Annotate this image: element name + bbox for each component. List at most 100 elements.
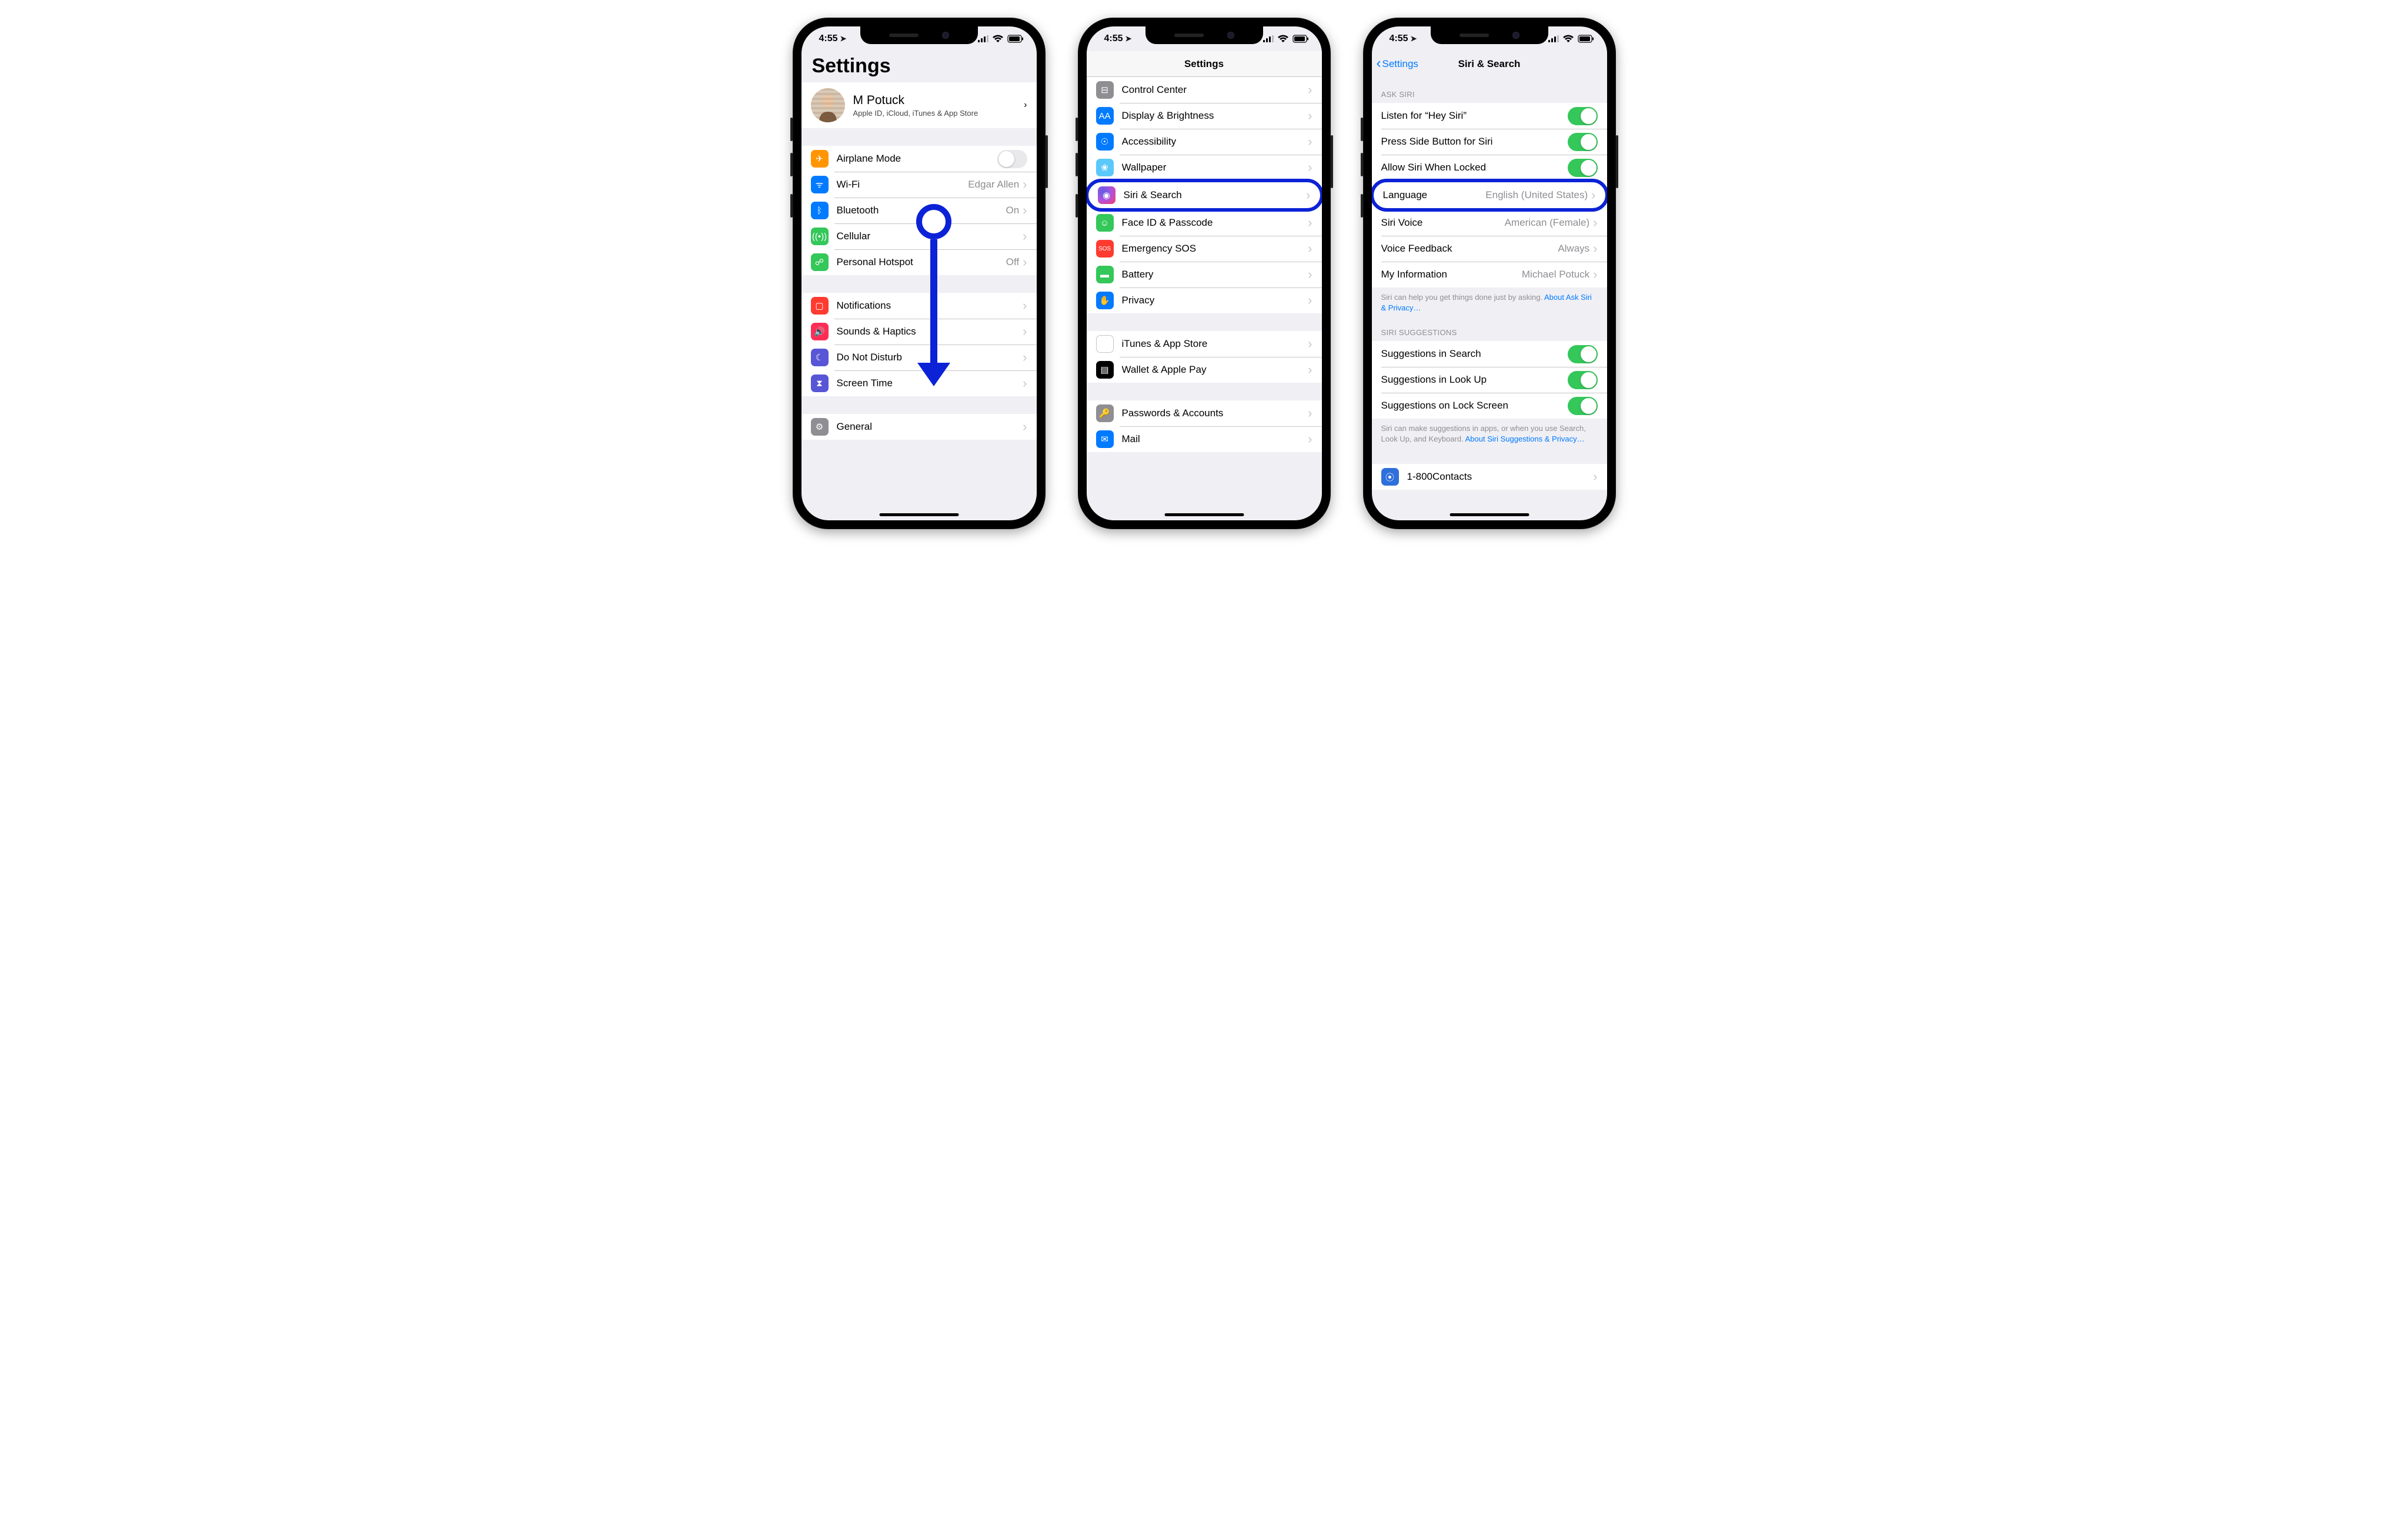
cell-wallpaper[interactable]: ❀Wallpaper› — [1087, 155, 1322, 180]
cell-suggestions-on-lock-screen[interactable]: Suggestions on Lock Screen — [1372, 393, 1607, 419]
cell-mail[interactable]: ✉Mail› — [1087, 426, 1322, 452]
content-1[interactable]: Settings M Potuck Apple ID, iCloud, iTun… — [801, 51, 1037, 520]
cell-sounds-haptics[interactable]: 🔊Sounds & Haptics› — [801, 319, 1037, 345]
cell-face-id-passcode[interactable]: ☺Face ID & Passcode› — [1087, 210, 1322, 236]
cell-label: Privacy — [1122, 295, 1308, 306]
cell-siri-search[interactable]: ◉ Siri & Search› — [1088, 182, 1320, 208]
cell-do-not-disturb[interactable]: ☾Do Not Disturb› — [801, 345, 1037, 370]
location-icon: ➤ — [840, 34, 847, 44]
cell-label: Bluetooth — [837, 205, 1006, 216]
cell-battery[interactable]: ▬Battery› — [1087, 262, 1322, 287]
section-header-suggestions: SIRI SUGGESTIONS — [1372, 315, 1607, 341]
cell-label: Passwords & Accounts — [1122, 407, 1308, 419]
cell-control-center[interactable]: ⊟Control Center› — [1087, 77, 1322, 103]
toggle[interactable] — [1568, 345, 1598, 363]
chevron-right-icon: › — [1308, 135, 1312, 148]
chevron-right-icon: › — [1023, 178, 1027, 191]
content-3[interactable]: ASK SIRI Listen for “Hey Siri”Press Side… — [1372, 77, 1607, 520]
avatar — [811, 88, 845, 122]
display-icon: AA — [1096, 107, 1114, 125]
profile-name: M Potuck — [853, 93, 1024, 108]
cell-label: Siri & Search — [1124, 189, 1307, 201]
chevron-right-icon: › — [1308, 268, 1312, 281]
cell-my-information[interactable]: My InformationMichael Potuck› — [1372, 262, 1607, 287]
notch — [1431, 26, 1548, 44]
cell-wi-fi[interactable]: ᯤWi-FiEdgar Allen› — [801, 172, 1037, 198]
chevron-right-icon: › — [1023, 325, 1027, 338]
cell-voice-feedback[interactable]: Voice FeedbackAlways› — [1372, 236, 1607, 262]
cell-suggestions-in-look-up[interactable]: Suggestions in Look Up — [1372, 367, 1607, 393]
cell-label: Allow Siri When Locked — [1381, 162, 1568, 173]
cell-screen-time[interactable]: ⧗Screen Time› — [801, 370, 1037, 396]
nav-bar: Settings — [1087, 51, 1322, 77]
content-2[interactable]: ⊟Control Center›AADisplay & Brightness›☉… — [1087, 77, 1322, 520]
cell-itunes-app-store[interactable]: iTunes & App Store› — [1087, 331, 1322, 357]
about-suggestions-link[interactable]: About Siri Suggestions & Privacy… — [1465, 434, 1585, 443]
cell-airplane-mode[interactable]: ✈Airplane Mode — [801, 146, 1037, 172]
location-icon: ➤ — [1125, 34, 1132, 44]
wallet-icon: ▤ — [1096, 361, 1114, 379]
chevron-right-icon: › — [1023, 299, 1027, 312]
notch — [1145, 26, 1263, 44]
toggle[interactable] — [1568, 133, 1598, 151]
section-header-ask-siri: ASK SIRI — [1372, 77, 1607, 103]
wifi-icon — [1562, 35, 1574, 43]
cell-language[interactable]: LanguageEnglish (United States)› — [1374, 182, 1605, 208]
cell-label: Personal Hotspot — [837, 256, 1006, 268]
cell-1-800contacts[interactable]: ⦿1-800Contacts› — [1372, 464, 1607, 490]
cell-passwords-accounts[interactable]: 🔑Passwords & Accounts› — [1087, 400, 1322, 426]
cell-listen-for-hey-siri-[interactable]: Listen for “Hey Siri” — [1372, 103, 1607, 129]
cell-privacy[interactable]: ✋Privacy› — [1087, 287, 1322, 313]
cell-press-side-button-for-siri[interactable]: Press Side Button for Siri — [1372, 129, 1607, 155]
toggle[interactable] — [997, 150, 1027, 168]
chevron-right-icon: › — [1306, 189, 1310, 202]
chevron-left-icon: ‹ — [1377, 56, 1381, 71]
cell-label: Control Center — [1122, 84, 1308, 96]
cell-value: American (Female) — [1505, 217, 1590, 229]
1800contacts-icon: ⦿ — [1381, 468, 1399, 486]
home-indicator[interactable] — [1450, 513, 1529, 516]
cell-display-brightness[interactable]: AADisplay & Brightness› — [1087, 103, 1322, 129]
cell-allow-siri-when-locked[interactable]: Allow Siri When Locked — [1372, 155, 1607, 180]
chevron-right-icon: › — [1308, 242, 1312, 255]
phone-frame-3: 4:55 ➤ ‹ Settings Siri & Search ASK SIRI… — [1363, 18, 1616, 529]
cell-label: Screen Time — [837, 377, 1023, 389]
mail-icon: ✉ — [1096, 430, 1114, 448]
cell-emergency-sos[interactable]: SOSEmergency SOS› — [1087, 236, 1322, 262]
cell-bluetooth[interactable]: ᛒBluetoothOn› — [801, 198, 1037, 223]
cell-label: Suggestions in Look Up — [1381, 374, 1568, 386]
toggle[interactable] — [1568, 159, 1598, 177]
cell-label: Voice Feedback — [1381, 243, 1558, 255]
wifi-icon — [992, 35, 1004, 43]
nav-title: Settings — [1184, 58, 1224, 70]
profile-cell[interactable]: M Potuck Apple ID, iCloud, iTunes & App … — [801, 82, 1037, 128]
toggle[interactable] — [1568, 397, 1598, 415]
wifi-icon: ᯤ — [811, 176, 829, 193]
battery-icon — [1578, 35, 1594, 43]
siri-icon: ◉ — [1098, 186, 1116, 204]
cell-cellular[interactable]: ((•))Cellular› — [801, 223, 1037, 249]
cell-value: Michael Potuck — [1522, 269, 1589, 280]
screen-1: 4:55 ➤ Settings M Potuck Apple ID, iClou… — [801, 26, 1037, 520]
cell-suggestions-in-search[interactable]: Suggestions in Search — [1372, 341, 1607, 367]
cell-accessibility[interactable]: ☉Accessibility› — [1087, 129, 1322, 155]
accessibility-icon: ☉ — [1096, 133, 1114, 151]
back-button[interactable]: ‹ Settings — [1377, 51, 1418, 77]
cell-siri-voice[interactable]: Siri VoiceAmerican (Female)› — [1372, 210, 1607, 236]
toggle[interactable] — [1568, 371, 1598, 389]
cell-personal-hotspot[interactable]: ☍Personal HotspotOff› — [801, 249, 1037, 275]
cell-wallet-apple-pay[interactable]: ▤Wallet & Apple Pay› — [1087, 357, 1322, 383]
toggle[interactable] — [1568, 107, 1598, 125]
cell-notifications[interactable]: ▢Notifications› — [801, 293, 1037, 319]
highlight-ring: LanguageEnglish (United States)› — [1372, 179, 1607, 212]
chevron-right-icon: › — [1308, 433, 1312, 446]
home-indicator[interactable] — [879, 513, 958, 516]
chevron-right-icon: › — [1308, 294, 1312, 307]
chevron-right-icon: › — [1023, 256, 1027, 269]
cell-label: Do Not Disturb — [837, 352, 1023, 363]
location-icon: ➤ — [1411, 34, 1417, 44]
cell-general[interactable]: ⚙General› — [801, 414, 1037, 440]
home-indicator[interactable] — [1164, 513, 1244, 516]
bluetooth-icon: ᛒ — [811, 202, 829, 219]
notifications-icon: ▢ — [811, 297, 829, 315]
